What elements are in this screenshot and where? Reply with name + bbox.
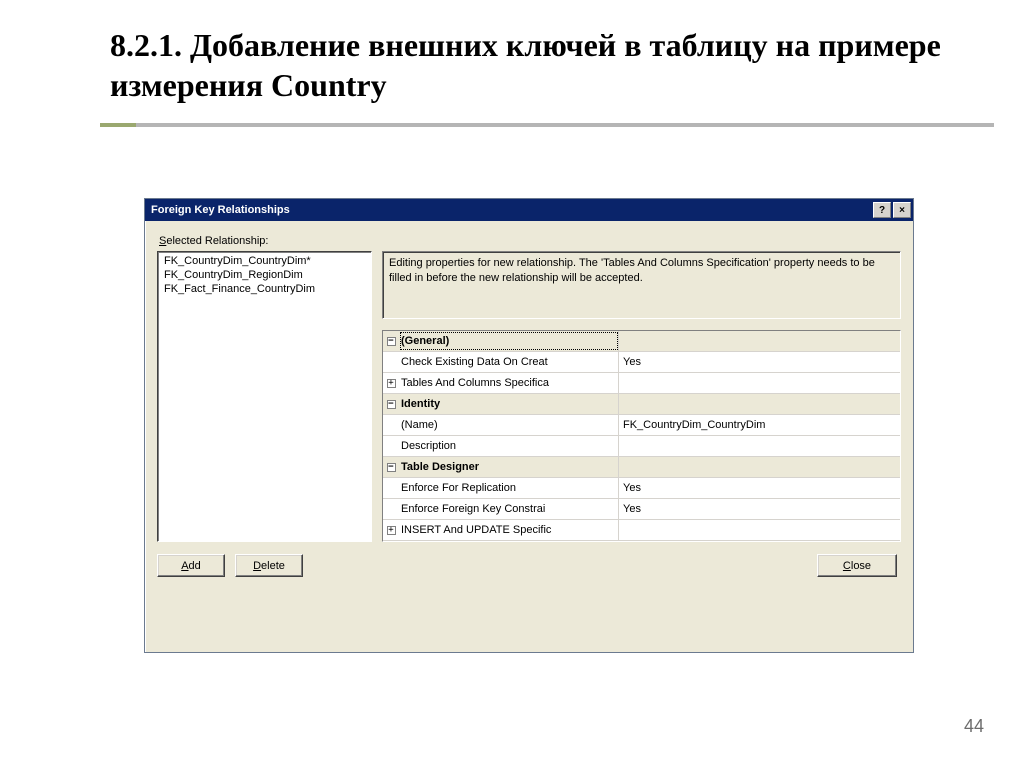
expand-icon[interactable]: + — [383, 520, 399, 540]
list-item[interactable]: FK_CountryDim_RegionDim — [162, 268, 367, 282]
dialog-title: Foreign Key Relationships — [151, 204, 873, 216]
category-general[interactable]: − (General) — [383, 331, 900, 352]
help-button[interactable]: ? — [873, 202, 891, 218]
close-button[interactable]: Close — [817, 554, 897, 577]
category-identity[interactable]: − Identity — [383, 394, 900, 415]
title-divider — [100, 123, 994, 127]
collapse-icon[interactable]: − — [383, 331, 399, 351]
slide-title: 8.2.1. Добавление внешних ключей в табли… — [0, 0, 1024, 115]
category-table-designer[interactable]: − Table Designer — [383, 457, 900, 478]
delete-button[interactable]: Delete — [235, 554, 303, 577]
foreign-key-dialog: Foreign Key Relationships ? × Selected R… — [144, 198, 914, 653]
collapse-icon[interactable]: − — [383, 457, 399, 477]
prop-description[interactable]: Description — [383, 436, 900, 457]
prop-name[interactable]: (Name) FK_CountryDim_CountryDim — [383, 415, 900, 436]
prop-insert-update[interactable]: + INSERT And UPDATE Specific — [383, 520, 900, 541]
dialog-titlebar[interactable]: Foreign Key Relationships ? × — [145, 199, 913, 221]
close-icon[interactable]: × — [893, 202, 911, 218]
property-grid[interactable]: − (General) Check Existing Data On Creat… — [382, 330, 901, 542]
description-panel: Editing properties for new relationship.… — [382, 251, 901, 319]
collapse-icon[interactable]: − — [383, 394, 399, 414]
selected-relationship-label: Selected Relationship: — [159, 235, 901, 247]
list-item[interactable]: FK_Fact_Finance_CountryDim — [162, 282, 367, 296]
prop-enforce-fk[interactable]: Enforce Foreign Key Constrai Yes — [383, 499, 900, 520]
page-number: 44 — [964, 716, 984, 737]
add-button[interactable]: Add — [157, 554, 225, 577]
relationship-listbox[interactable]: FK_CountryDim_CountryDim* FK_CountryDim_… — [157, 251, 372, 542]
list-item[interactable]: FK_CountryDim_CountryDim* — [162, 254, 367, 268]
prop-enforce-replication[interactable]: Enforce For Replication Yes — [383, 478, 900, 499]
prop-check-existing[interactable]: Check Existing Data On Creat Yes — [383, 352, 900, 373]
prop-tables-columns[interactable]: + Tables And Columns Specifica — [383, 373, 900, 394]
expand-icon[interactable]: + — [383, 373, 399, 393]
